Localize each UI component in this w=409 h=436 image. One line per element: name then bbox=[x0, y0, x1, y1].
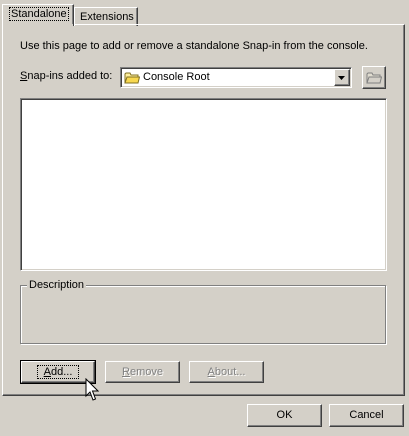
tab-standalone-label: Standalone bbox=[9, 7, 69, 21]
cancel-button[interactable]: Cancel bbox=[329, 404, 404, 427]
folder-up-icon bbox=[366, 72, 383, 87]
ok-button[interactable]: OK bbox=[247, 404, 322, 427]
about-button[interactable]: About... bbox=[189, 361, 264, 383]
dropdown-arrow-button[interactable] bbox=[334, 69, 350, 86]
ok-button-label: OK bbox=[276, 409, 293, 421]
tab-extensions-label: Extensions bbox=[80, 11, 134, 23]
add-button-label: Add... bbox=[36, 365, 80, 379]
up-folder-button[interactable] bbox=[362, 66, 386, 89]
folder-icon bbox=[124, 71, 141, 87]
mouse-cursor-icon bbox=[85, 377, 100, 405]
tab-standalone[interactable]: Standalone bbox=[2, 4, 74, 26]
dropdown-value: Console Root bbox=[143, 71, 210, 83]
about-button-label: About... bbox=[207, 366, 246, 378]
description-groupbox bbox=[20, 285, 386, 344]
remove-button-label: Remove bbox=[122, 366, 163, 378]
snapins-label-text: nap-ins added to: bbox=[27, 70, 113, 82]
snapins-dropdown[interactable]: Console Root bbox=[120, 67, 352, 88]
snapin-list[interactable] bbox=[20, 98, 387, 271]
snapins-label: Snap-ins added to: bbox=[20, 70, 113, 82]
cancel-button-label: Cancel bbox=[349, 409, 384, 421]
intro-text: Use this page to add or remove a standal… bbox=[20, 40, 368, 52]
description-label: Description bbox=[27, 279, 87, 291]
remove-button[interactable]: Remove bbox=[105, 361, 180, 383]
add-button[interactable]: Add... bbox=[20, 360, 96, 384]
chevron-down-icon bbox=[338, 72, 346, 84]
